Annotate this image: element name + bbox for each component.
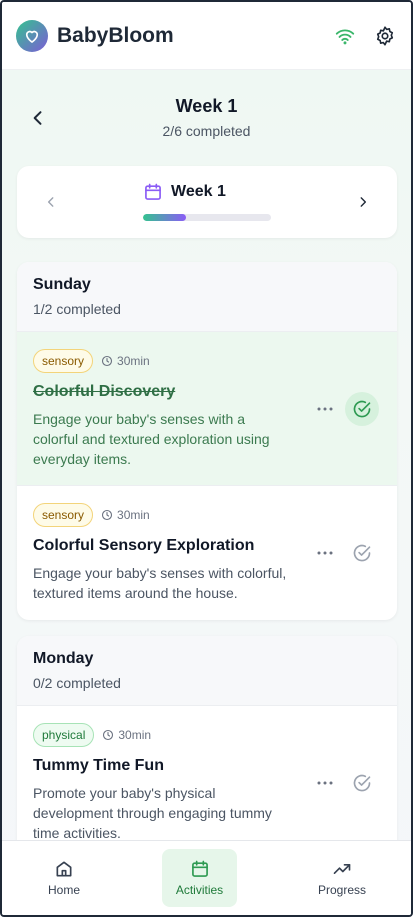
activity-item[interactable]: physical 30min Tummy Time Fun Promote yo… (17, 706, 397, 856)
check-circle-icon (353, 774, 371, 792)
duration-label: 30min (118, 728, 152, 742)
activity-item[interactable]: sensory 30min Colorful Sensory Explorati… (17, 486, 397, 620)
more-icon (317, 781, 333, 785)
app-bar: BabyBloom (2, 2, 411, 70)
nav-home-label: Home (47, 883, 80, 897)
calendar-icon (191, 860, 208, 877)
page-title: Week 1 (175, 96, 238, 116)
app-title: BabyBloom (57, 23, 174, 47)
nav-activities[interactable]: Activities (162, 849, 237, 907)
more-icon (317, 551, 333, 555)
activity-title: Colorful Discovery (33, 383, 176, 400)
wifi-icon[interactable] (333, 24, 357, 48)
complete-toggle[interactable] (345, 392, 379, 426)
more-options-button[interactable] (315, 543, 335, 563)
gear-icon[interactable] (373, 24, 397, 48)
category-badge: physical (33, 723, 95, 747)
duration-label: 30min (117, 354, 150, 368)
category-badge: sensory (33, 503, 94, 527)
check-circle-icon (353, 400, 371, 418)
calendar-icon (145, 183, 161, 200)
day-completed-count: 0/2 completed (33, 675, 121, 691)
home-icon (56, 861, 72, 877)
heart-icon (25, 30, 39, 43)
duration-label: 30min (117, 508, 150, 522)
nav-progress-label: Progress (317, 883, 367, 897)
activity-description: Engage your baby's senses with a colorfu… (33, 411, 270, 467)
day-completed-count: 1/2 completed (33, 301, 121, 317)
check-circle-icon (353, 544, 371, 562)
app-frame: BabyBloom Week 1 2/6 completed Week 1 Su… (0, 0, 413, 917)
clock-icon (101, 509, 113, 521)
chevron-left-icon (47, 197, 54, 207)
chevron-right-icon (360, 197, 367, 207)
more-options-button[interactable] (315, 773, 335, 793)
activity-title: Colorful Sensory Exploration (33, 537, 255, 554)
activity-item[interactable]: sensory 30min Colorful Discovery Engage … (17, 332, 397, 486)
more-icon (317, 407, 333, 411)
day-name: Sunday (33, 276, 91, 293)
bottom-navigation: Home Activities Progress (2, 840, 411, 915)
day-header: Sunday 1/2 completed (17, 262, 397, 332)
more-options-button[interactable] (315, 399, 335, 419)
complete-toggle[interactable] (345, 536, 379, 570)
week-header: Week 1 2/6 completed (2, 90, 411, 150)
activity-title: Tummy Time Fun (33, 757, 164, 774)
nav-progress[interactable]: Progress (302, 849, 382, 907)
week-progress-bar (143, 214, 271, 221)
clock-icon (103, 729, 114, 741)
week-selector-label: Week 1 (171, 183, 226, 200)
clock-icon (101, 355, 113, 367)
previous-week-button[interactable] (41, 190, 61, 214)
next-week-button[interactable] (353, 190, 373, 214)
week-progress-fill (143, 214, 186, 221)
day-name: Monday (33, 650, 94, 667)
trending-up-icon (333, 864, 351, 874)
day-card-sunday: Sunday 1/2 completed sensory 30min Color… (17, 262, 397, 620)
page-subtitle: 2/6 completed (162, 123, 251, 139)
category-badge: sensory (33, 349, 94, 373)
day-header: Monday 0/2 completed (17, 636, 397, 706)
nav-activities-label: Activities (175, 883, 224, 897)
week-selector: Week 1 (17, 166, 397, 238)
activity-description: Engage your baby's senses with colorful,… (33, 565, 287, 601)
nav-home[interactable]: Home (24, 849, 104, 907)
activity-description: Promote your baby's physical development… (33, 785, 272, 841)
day-card-monday: Monday 0/2 completed physical 30min Tumm… (17, 636, 397, 856)
complete-toggle[interactable] (345, 766, 379, 800)
app-logo (16, 19, 48, 52)
